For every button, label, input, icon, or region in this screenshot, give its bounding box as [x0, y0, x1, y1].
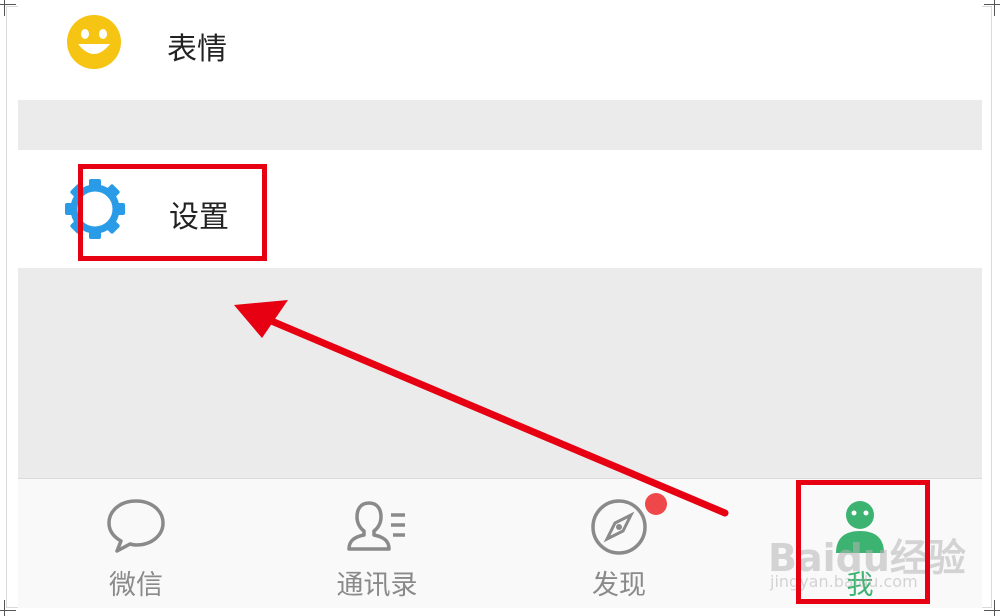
annotation-arrow: [234, 300, 729, 517]
